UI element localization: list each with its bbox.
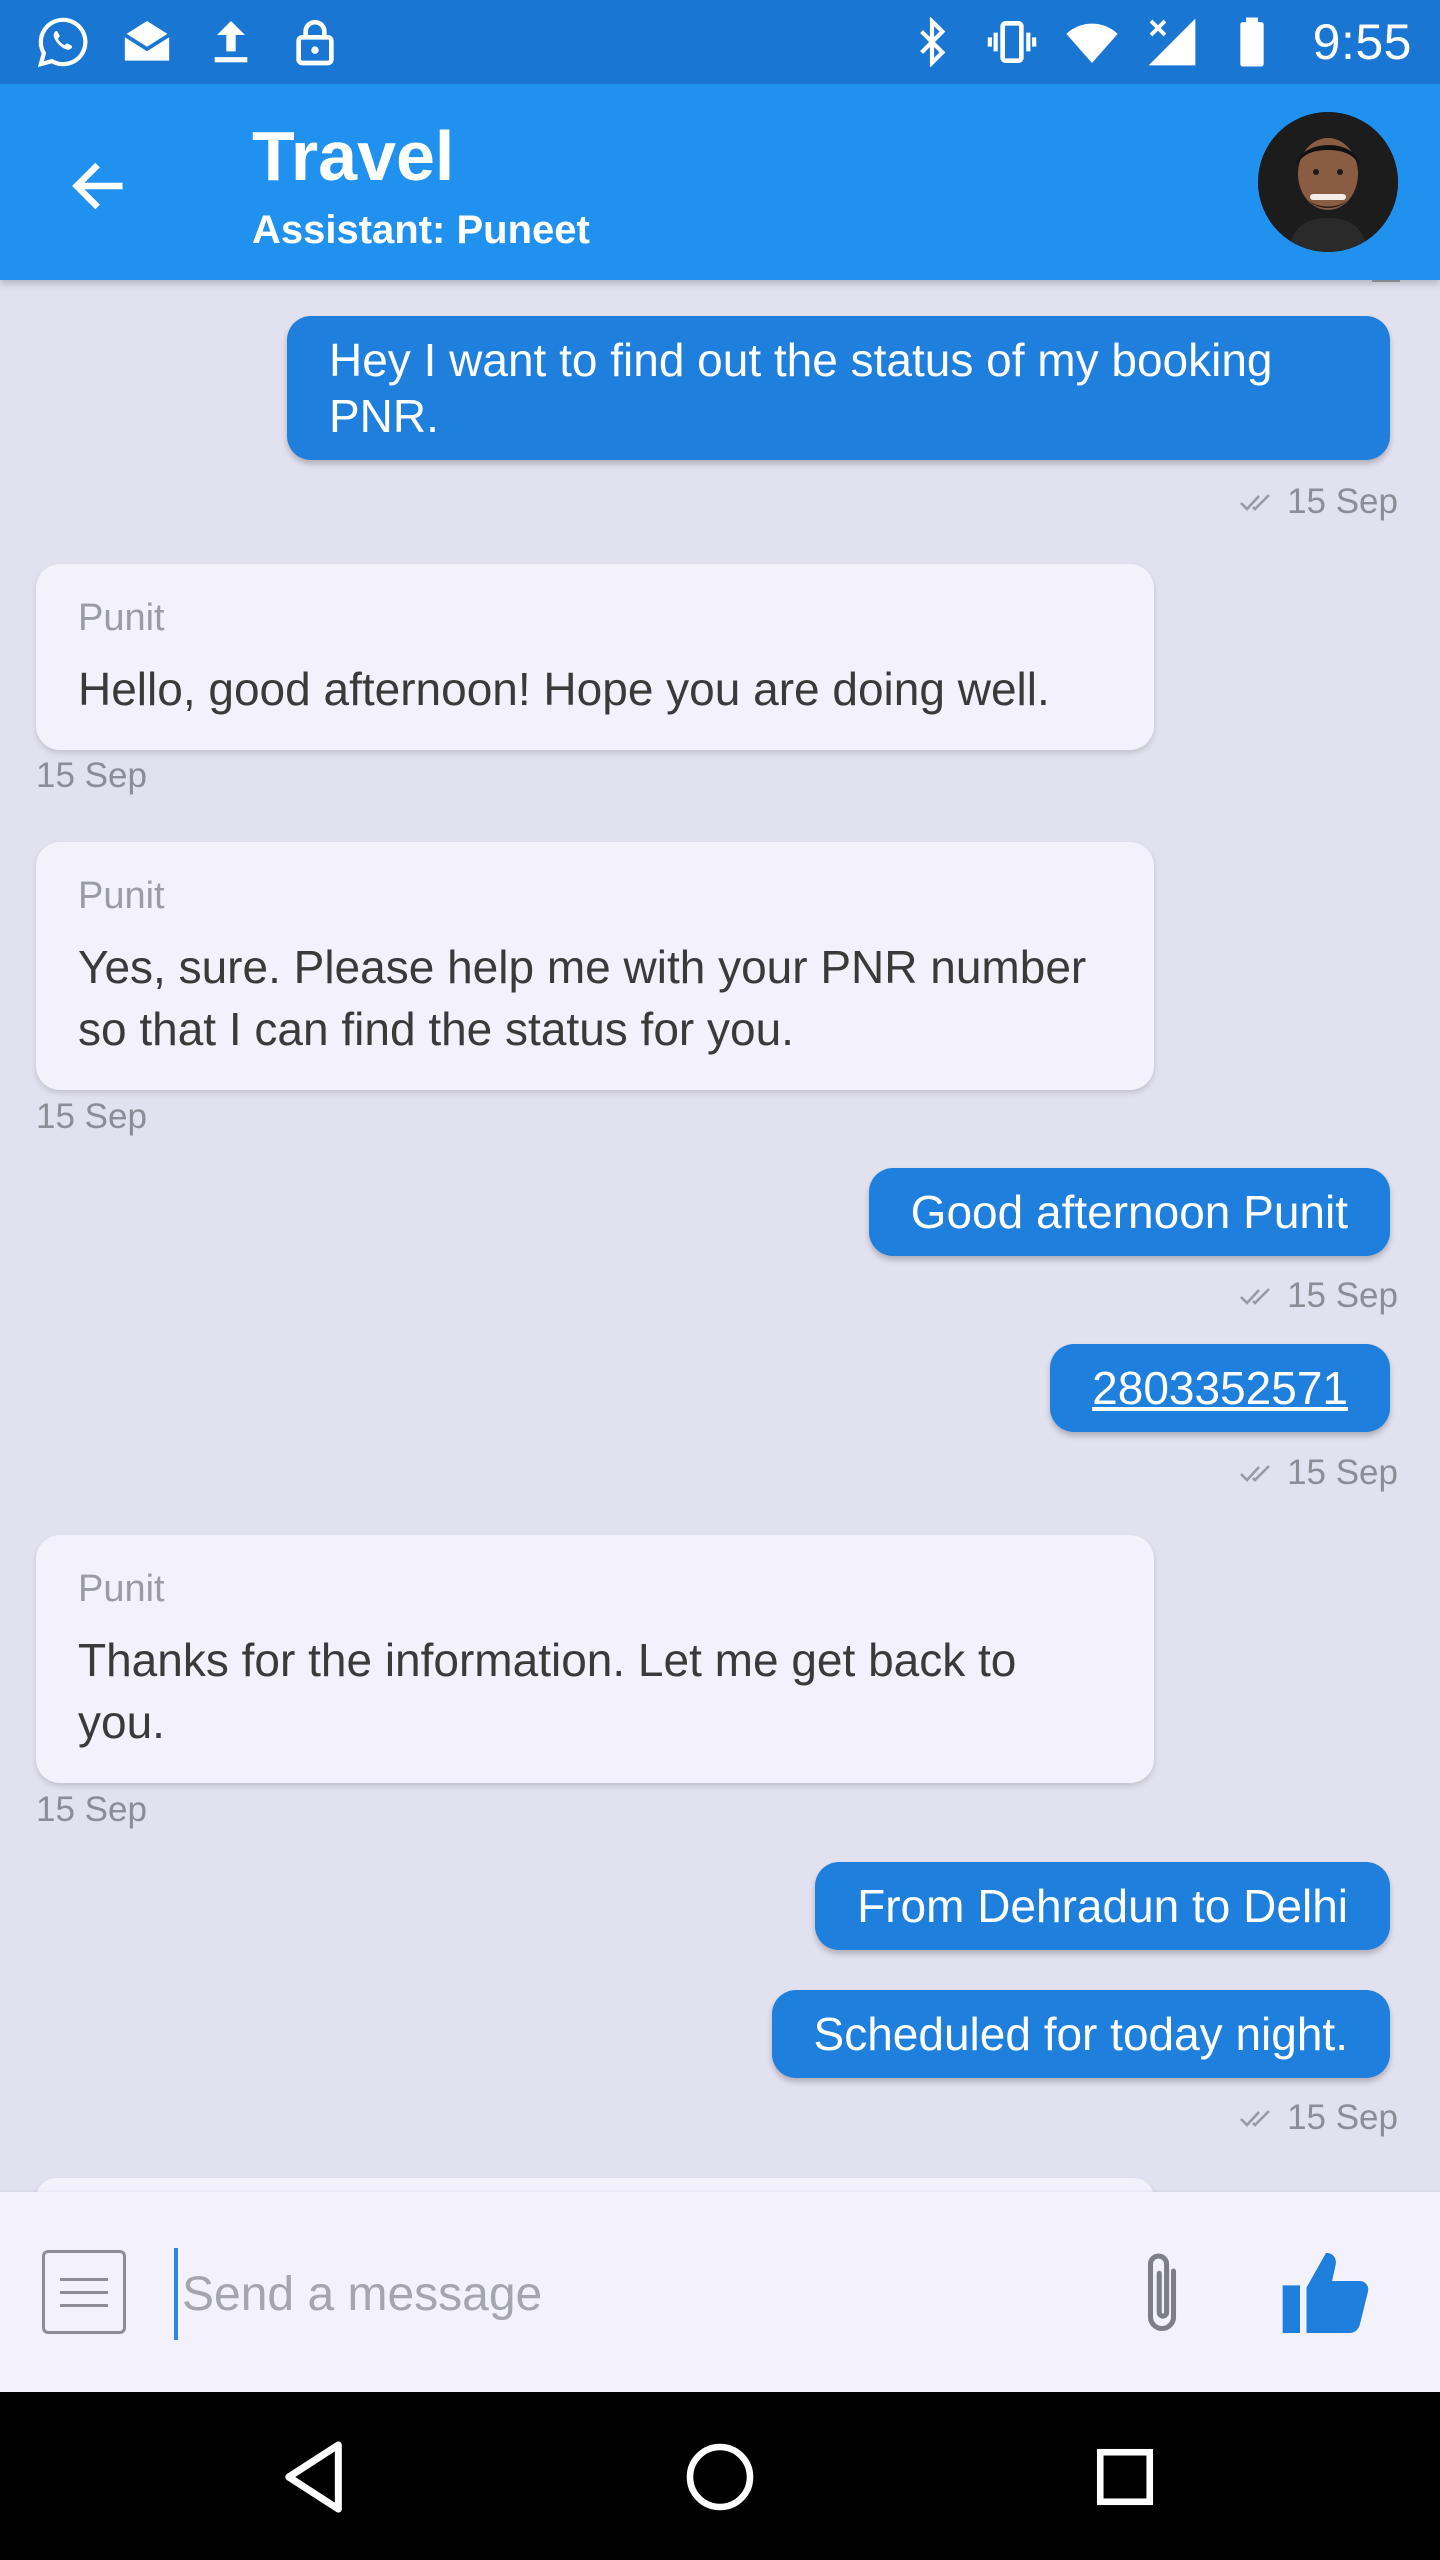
message-input[interactable] [174,2248,1074,2340]
double-check-icon [1240,2110,1270,2127]
status-bar: 9:55 [0,0,1440,84]
double-check-icon [1240,1465,1270,1482]
message-text: Thanks for the information. Let me get b… [78,1634,1017,1748]
battery-icon [1223,13,1281,71]
message-list[interactable]: Hey I want to find out the status of my … [0,280,1440,2192]
outgoing-message[interactable]: From Dehradun to Delhi [815,1862,1390,1950]
message-composer [0,2192,1440,2392]
arrow-back-icon [72,162,123,210]
sender-name: Punit [78,875,165,917]
message-timestamp: 15 Sep [36,756,147,795]
navigation-bar [0,2392,1440,2560]
message-text: Hello, good afternoon! Hope you are doin… [78,663,1050,715]
circle-home-icon [686,2443,754,2511]
message-text: From Dehradun to Delhi [857,1880,1348,1932]
nav-home-button[interactable] [675,2432,765,2522]
upload-icon [202,13,260,71]
message-timestamp: 15 Sep [1239,1276,1398,1316]
paperclip-icon [1147,2253,1177,2331]
like-button[interactable] [1272,2240,1380,2348]
vibrate-icon [983,13,1041,71]
message-timestamp: 15 Sep [1239,1453,1398,1493]
person-avatar-image [1258,112,1398,252]
attach-button[interactable] [1132,2244,1192,2344]
wifi-icon [1063,13,1121,71]
app-bar: Travel Assistant: Puneet [0,84,1440,280]
message-text: Scheduled for today night. [813,2008,1348,2060]
avatar[interactable] [1258,112,1398,252]
thumbs-up-icon [1282,2252,1369,2333]
mail-icon [118,13,176,71]
square-recents-icon [1096,2448,1154,2506]
triangle-back-icon [285,2441,342,2513]
incoming-message[interactable]: Punit Yes, sure. Please help me with you… [36,842,1154,1090]
incoming-message[interactable]: Punit Hello, good afternoon! Hope you ar… [36,564,1154,750]
clipped-timestamp [1372,280,1400,282]
pnr-number-link[interactable]: 2803352571 [1092,1362,1348,1414]
clock-time: 9:55 [1312,14,1412,70]
message-timestamp: 15 Sep [1239,2098,1398,2138]
incoming-message-partial [36,2178,1154,2192]
whatsapp-icon [34,13,92,71]
nav-back-button[interactable] [270,2432,360,2522]
double-check-icon [1240,1288,1270,1305]
menu-button[interactable] [42,2250,126,2334]
message-text: Hey I want to find out the status of my … [329,334,1273,442]
sender-name: Punit [78,597,165,639]
double-check-icon [1240,494,1270,511]
message-text: Good afternoon Punit [910,1186,1348,1238]
chat-subtitle: Assistant: Puneet [252,208,590,252]
signal-icon [1143,13,1201,71]
outgoing-message[interactable]: Good afternoon Punit [868,1168,1390,1256]
outgoing-message[interactable]: Scheduled for today night. [771,1990,1390,2078]
message-timestamp: 15 Sep [36,1790,147,1829]
message-timestamp: 15 Sep [36,1097,147,1136]
message-text: Yes, sure. Please help me with your PNR … [78,941,1087,1055]
back-button[interactable] [58,146,138,226]
message-timestamp: 15 Sep [1239,482,1398,522]
chat-title: Travel [252,117,455,195]
outgoing-message[interactable]: Hey I want to find out the status of my … [287,316,1390,460]
sender-name: Punit [78,1568,165,1610]
outgoing-message[interactable]: 2803352571 [1050,1344,1390,1432]
incoming-message[interactable]: Punit Thanks for the information. Let me… [36,1535,1154,1783]
nav-recents-button[interactable] [1080,2432,1170,2522]
bluetooth-icon [903,13,961,71]
lock-icon [286,13,344,71]
